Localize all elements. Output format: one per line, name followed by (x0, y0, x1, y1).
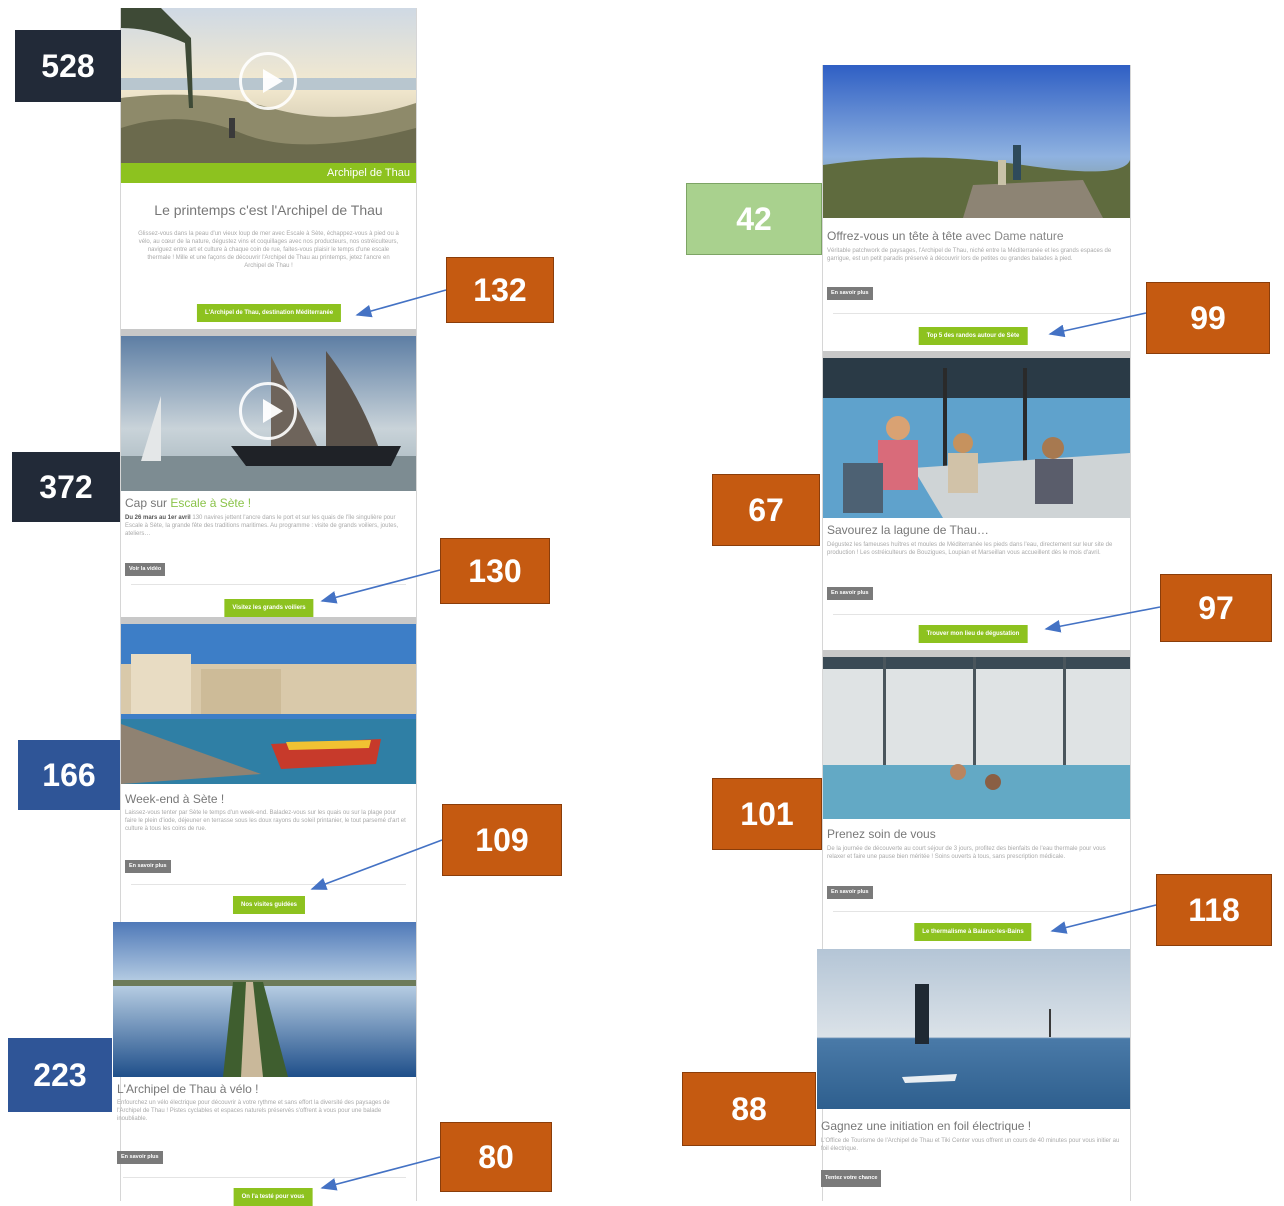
section-body: Du 26 mars au 1er avril 130 navires jett… (125, 514, 408, 556)
play-icon[interactable] (239, 382, 297, 440)
section-title: Week-end à Sète ! (125, 792, 225, 806)
section-separator (823, 650, 1130, 657)
click-count-badge: 223 (8, 1038, 112, 1112)
section-body: Enfourchez un vélo électrique pour décou… (117, 1100, 390, 1122)
learn-more-button[interactable]: En savoir plus (125, 860, 171, 873)
section-dame-nature: Offrez-vous un tête à tête avec Dame nat… (823, 65, 1130, 348)
click-count-badge: 67 (712, 474, 820, 546)
right-email-column: Offrez-vous un tête à tête avec Dame nat… (817, 65, 1131, 1201)
cta-top-5-hikes-button[interactable]: Top 5 des randos autour de Sète (918, 327, 1028, 345)
section-body: Glissez-vous dans la peau d'un vieux lou… (138, 231, 399, 269)
photo-thermal-pool (823, 657, 1130, 819)
photo-electric-foil (817, 949, 1130, 1109)
section-title: Offrez-vous un tête à tête avec Dame nat… (827, 229, 1126, 243)
cta-archipel-destination-button[interactable]: L'Archipel de Thau, destination Méditerr… (196, 304, 342, 322)
click-count-badge: 118 (1156, 874, 1272, 946)
section-body: Dégustez les fameuses huîtres et moules … (827, 542, 1113, 556)
section-separator (121, 329, 416, 336)
click-count-badge: 88 (682, 1072, 816, 1146)
section-separator (823, 351, 1130, 358)
banner-archipel: Archipel de Thau (121, 163, 416, 183)
cta-visit-tall-ships-button[interactable]: Visitez les grands voiliers (224, 599, 314, 617)
click-count-badge: 372 (12, 452, 120, 522)
click-count-badge: 80 (440, 1122, 552, 1192)
play-icon[interactable] (239, 52, 297, 110)
cta-find-tasting-spot-button[interactable]: Trouver mon lieu de dégustation (918, 625, 1028, 643)
learn-more-button[interactable]: En savoir plus (827, 886, 873, 899)
left-email-column: Archipel de Thau Le printemps c'est l'Ar… (113, 8, 417, 1206)
divider (131, 884, 406, 885)
section-title: Savourez la lagune de Thau… (827, 523, 989, 537)
section-lagune-thau: Savourez la lagune de Thau… Dégustez les… (823, 358, 1130, 650)
section-weekend-sete: Week-end à Sète ! Laissez-vous tenter pa… (121, 624, 416, 916)
photo-sete-canal (121, 624, 416, 784)
section-title: Cap sur Escale à Sète ! (125, 496, 412, 510)
section-body: De la journée de découverte au court séj… (827, 846, 1106, 860)
section-title: Gagnez une initiation en foil électrique… (821, 1119, 1032, 1133)
section-archipel-velo: L'Archipel de Thau à vélo ! Enfourchez u… (113, 922, 416, 1206)
learn-more-button[interactable]: En savoir plus (117, 1151, 163, 1164)
click-count-badge: 528 (15, 30, 121, 102)
title-part: Cap sur (125, 496, 171, 510)
click-count-badge: 101 (712, 778, 822, 850)
section-prenez-soin: Prenez soin de vous De la journée de déc… (823, 657, 1130, 947)
cta-guided-tours-button[interactable]: Nos visites guidées (232, 896, 306, 914)
divider (131, 584, 406, 585)
section-title: Le printemps c'est l'Archipel de Thau (154, 202, 383, 218)
cta-tested-for-you-button[interactable]: On l'a testé pour vous (233, 1188, 313, 1206)
section-foil-electrique: Gagnez une initiation en foil électrique… (817, 949, 1130, 1201)
click-count-badge: 99 (1146, 282, 1270, 354)
section-body: Laissez-vous tenter par Sète le temps d'… (125, 810, 406, 832)
divider (833, 313, 1120, 314)
click-count-badge: 42 (686, 183, 822, 255)
section-title: Prenez soin de vous (827, 827, 936, 841)
title-highlight: avec Dame nature (965, 229, 1064, 243)
section-archipel-printemps: Archipel de Thau Le printemps c'est l'Ar… (121, 8, 416, 330)
cta-thermalism-balaruc-button[interactable]: Le thermalisme à Balaruc-les-Bains (914, 923, 1032, 941)
section-title: L'Archipel de Thau à vélo ! (117, 1082, 259, 1096)
photo-oyster-tasting (823, 358, 1130, 518)
learn-more-button[interactable]: En savoir plus (827, 587, 873, 600)
divider (833, 911, 1120, 912)
section-separator (121, 617, 416, 624)
click-count-badge: 97 (1160, 574, 1272, 642)
section-body: L'Office de Tourisme de l'Archipel de Th… (821, 1138, 1120, 1152)
title-highlight: Escale à Sète ! (170, 496, 252, 510)
learn-more-button[interactable]: En savoir plus (827, 287, 873, 300)
title-part: Offrez-vous un tête à tête (827, 229, 966, 243)
click-count-badge: 130 (440, 538, 550, 604)
photo-hikers-garrigue (823, 65, 1130, 218)
date-highlight: Du 26 mars au 1er avril (125, 515, 191, 521)
divider (123, 1177, 406, 1178)
click-count-badge: 109 (442, 804, 562, 876)
photo-cycle-path-lagoon (113, 922, 416, 1077)
watch-video-button[interactable]: Voir la vidéo (125, 563, 166, 576)
divider (833, 614, 1120, 615)
section-escale-sete: Cap sur Escale à Sète ! Du 26 mars au 1e… (121, 336, 416, 617)
try-your-luck-button[interactable]: Tentez votre chance (821, 1170, 882, 1187)
click-count-badge: 166 (18, 740, 120, 810)
section-body: Véritable patchwork de paysages, l'Archi… (827, 248, 1112, 262)
click-count-badge: 132 (446, 257, 554, 323)
